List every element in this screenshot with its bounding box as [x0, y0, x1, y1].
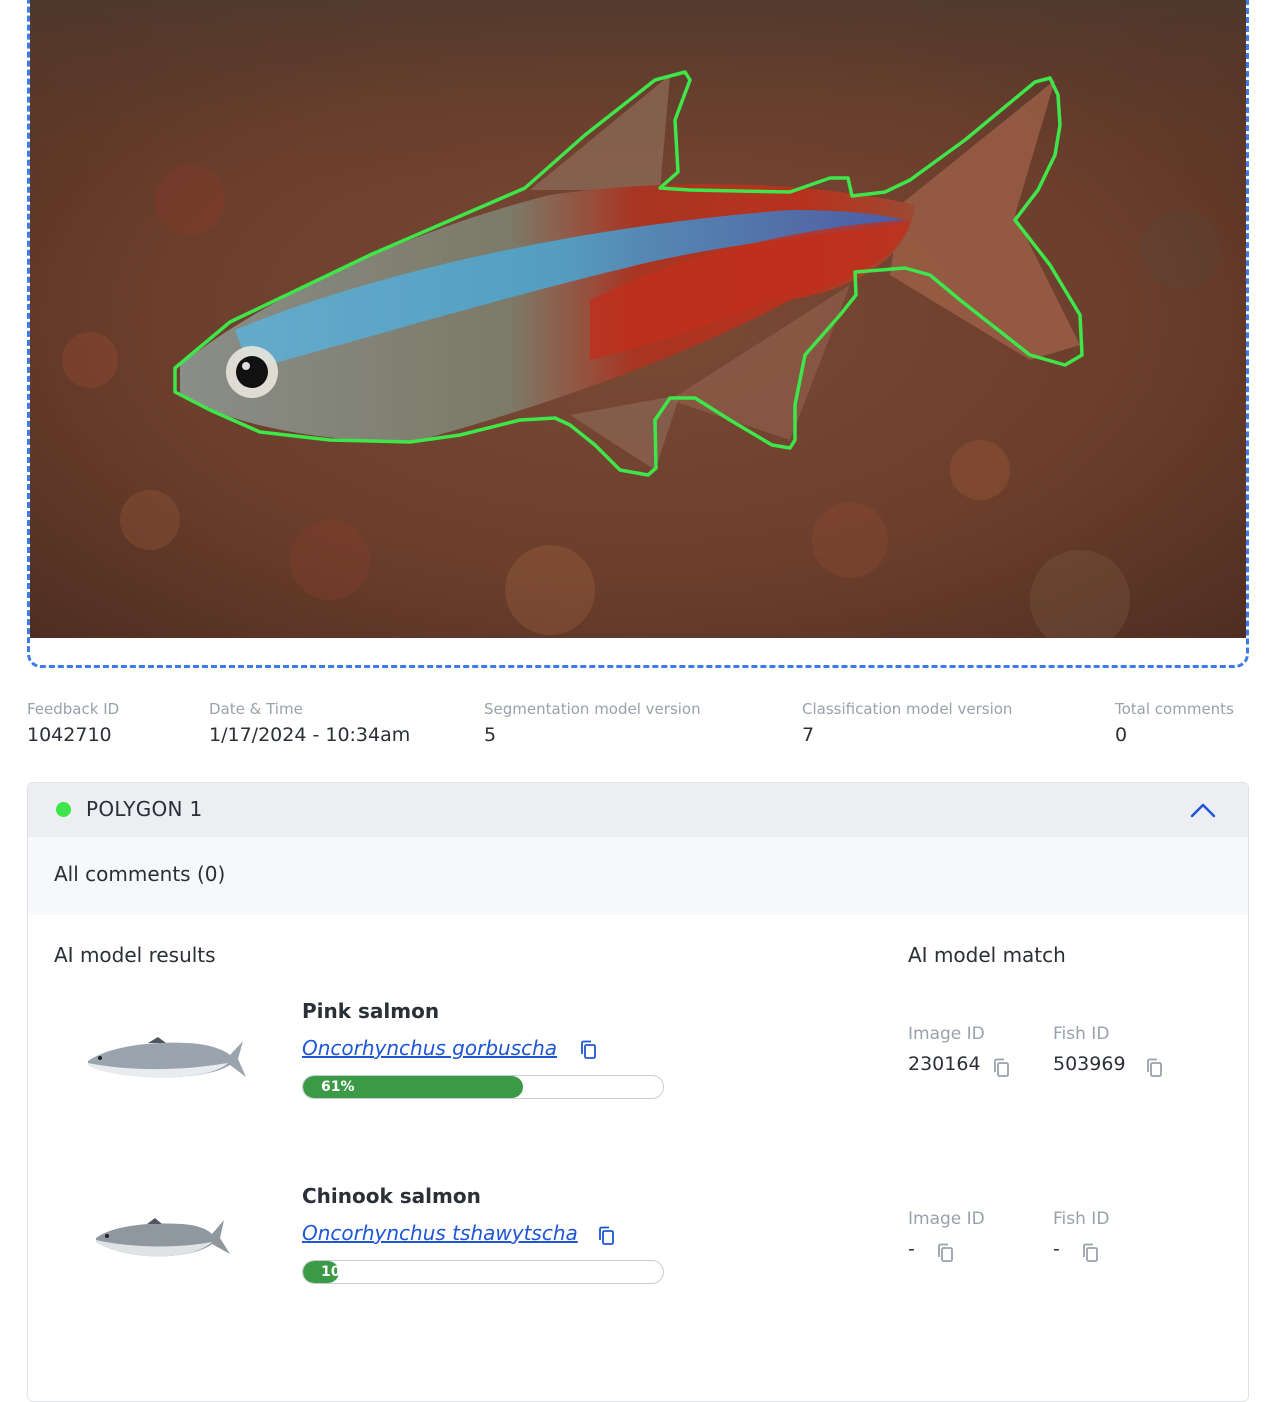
- copy-icon[interactable]: [578, 1039, 600, 1061]
- chinook-salmon-thumbnail: [92, 1216, 234, 1264]
- ai-model-match-title: AI model match: [908, 943, 1066, 967]
- ai-model-results-title: AI model results: [54, 943, 216, 967]
- feedback-metadata: Feedback ID 1042710 Date & Time 1/17/202…: [27, 700, 1257, 760]
- confidence-bar: 61%: [302, 1075, 664, 1099]
- image-id-label: Image ID: [908, 1209, 985, 1229]
- total-comments-group: Total comments 0: [1115, 700, 1234, 746]
- all-comments-bar[interactable]: All comments (0): [28, 837, 1248, 915]
- result-row: Chinook salmon Oncorhynchus tshawytscha …: [28, 1184, 1248, 1314]
- datetime-group: Date & Time 1/17/2024 - 10:34am: [209, 700, 410, 746]
- confidence-bar: 10%: [302, 1260, 664, 1284]
- fish-photo: [30, 0, 1246, 638]
- datetime-label: Date & Time: [209, 700, 303, 718]
- species-common-name: Chinook salmon: [302, 1184, 481, 1208]
- polygon-color-dot: [56, 802, 71, 817]
- fish-id-value: -: [1053, 1238, 1060, 1260]
- segmentation-model-label: Segmentation model version: [484, 700, 701, 718]
- classification-model-group: Classification model version 7: [802, 700, 1012, 746]
- feedback-id-group: Feedback ID 1042710: [27, 700, 119, 746]
- classification-model-label: Classification model version: [802, 700, 1013, 718]
- feedback-id-label: Feedback ID: [27, 700, 120, 718]
- image-id-value: 230164: [908, 1053, 981, 1075]
- fish-id-value: 503969: [1053, 1053, 1126, 1075]
- copy-icon[interactable]: [596, 1225, 618, 1247]
- species-scientific-name-link[interactable]: Oncorhynchus tshawytscha: [302, 1221, 578, 1245]
- ai-results-section: AI model results AI model match Pink sal…: [28, 915, 1248, 1395]
- confidence-bar-fill: 10%: [303, 1261, 355, 1283]
- fish-id-label: Fish ID: [1053, 1024, 1110, 1044]
- copy-icon[interactable]: [935, 1242, 957, 1264]
- total-comments-value: 0: [1115, 724, 1128, 746]
- pink-salmon-thumbnail: [78, 1035, 253, 1087]
- total-comments-label: Total comments: [1115, 700, 1234, 718]
- result-row: Pink salmon Oncorhynchus gorbuscha 61% I…: [28, 999, 1248, 1129]
- classification-model-value: 7: [802, 724, 815, 746]
- species-common-name: Pink salmon: [302, 999, 440, 1023]
- segmentation-model-value: 5: [484, 724, 497, 746]
- copy-icon[interactable]: [991, 1057, 1013, 1079]
- segmentation-model-group: Segmentation model version 5: [484, 700, 701, 746]
- polygon-panel: POLYGON 1 All comments (0) AI model resu…: [27, 782, 1249, 1402]
- copy-icon[interactable]: [1144, 1057, 1166, 1079]
- species-scientific-name-link[interactable]: Oncorhynchus gorbuscha: [302, 1036, 557, 1060]
- image-id-label: Image ID: [908, 1024, 985, 1044]
- datetime-value: 1/17/2024 - 10:34am: [209, 724, 411, 746]
- image-id-value: -: [908, 1238, 915, 1260]
- copy-icon[interactable]: [1080, 1242, 1102, 1264]
- fish-id-label: Fish ID: [1053, 1209, 1110, 1229]
- polygon-panel-header[interactable]: POLYGON 1: [28, 783, 1248, 837]
- polygon-title: POLYGON 1: [86, 797, 203, 821]
- feedback-id-value: 1042710: [27, 724, 112, 746]
- chevron-up-icon[interactable]: [1188, 797, 1218, 823]
- confidence-bar-fill: 61%: [303, 1076, 523, 1098]
- all-comments-label: All comments (0): [54, 862, 226, 886]
